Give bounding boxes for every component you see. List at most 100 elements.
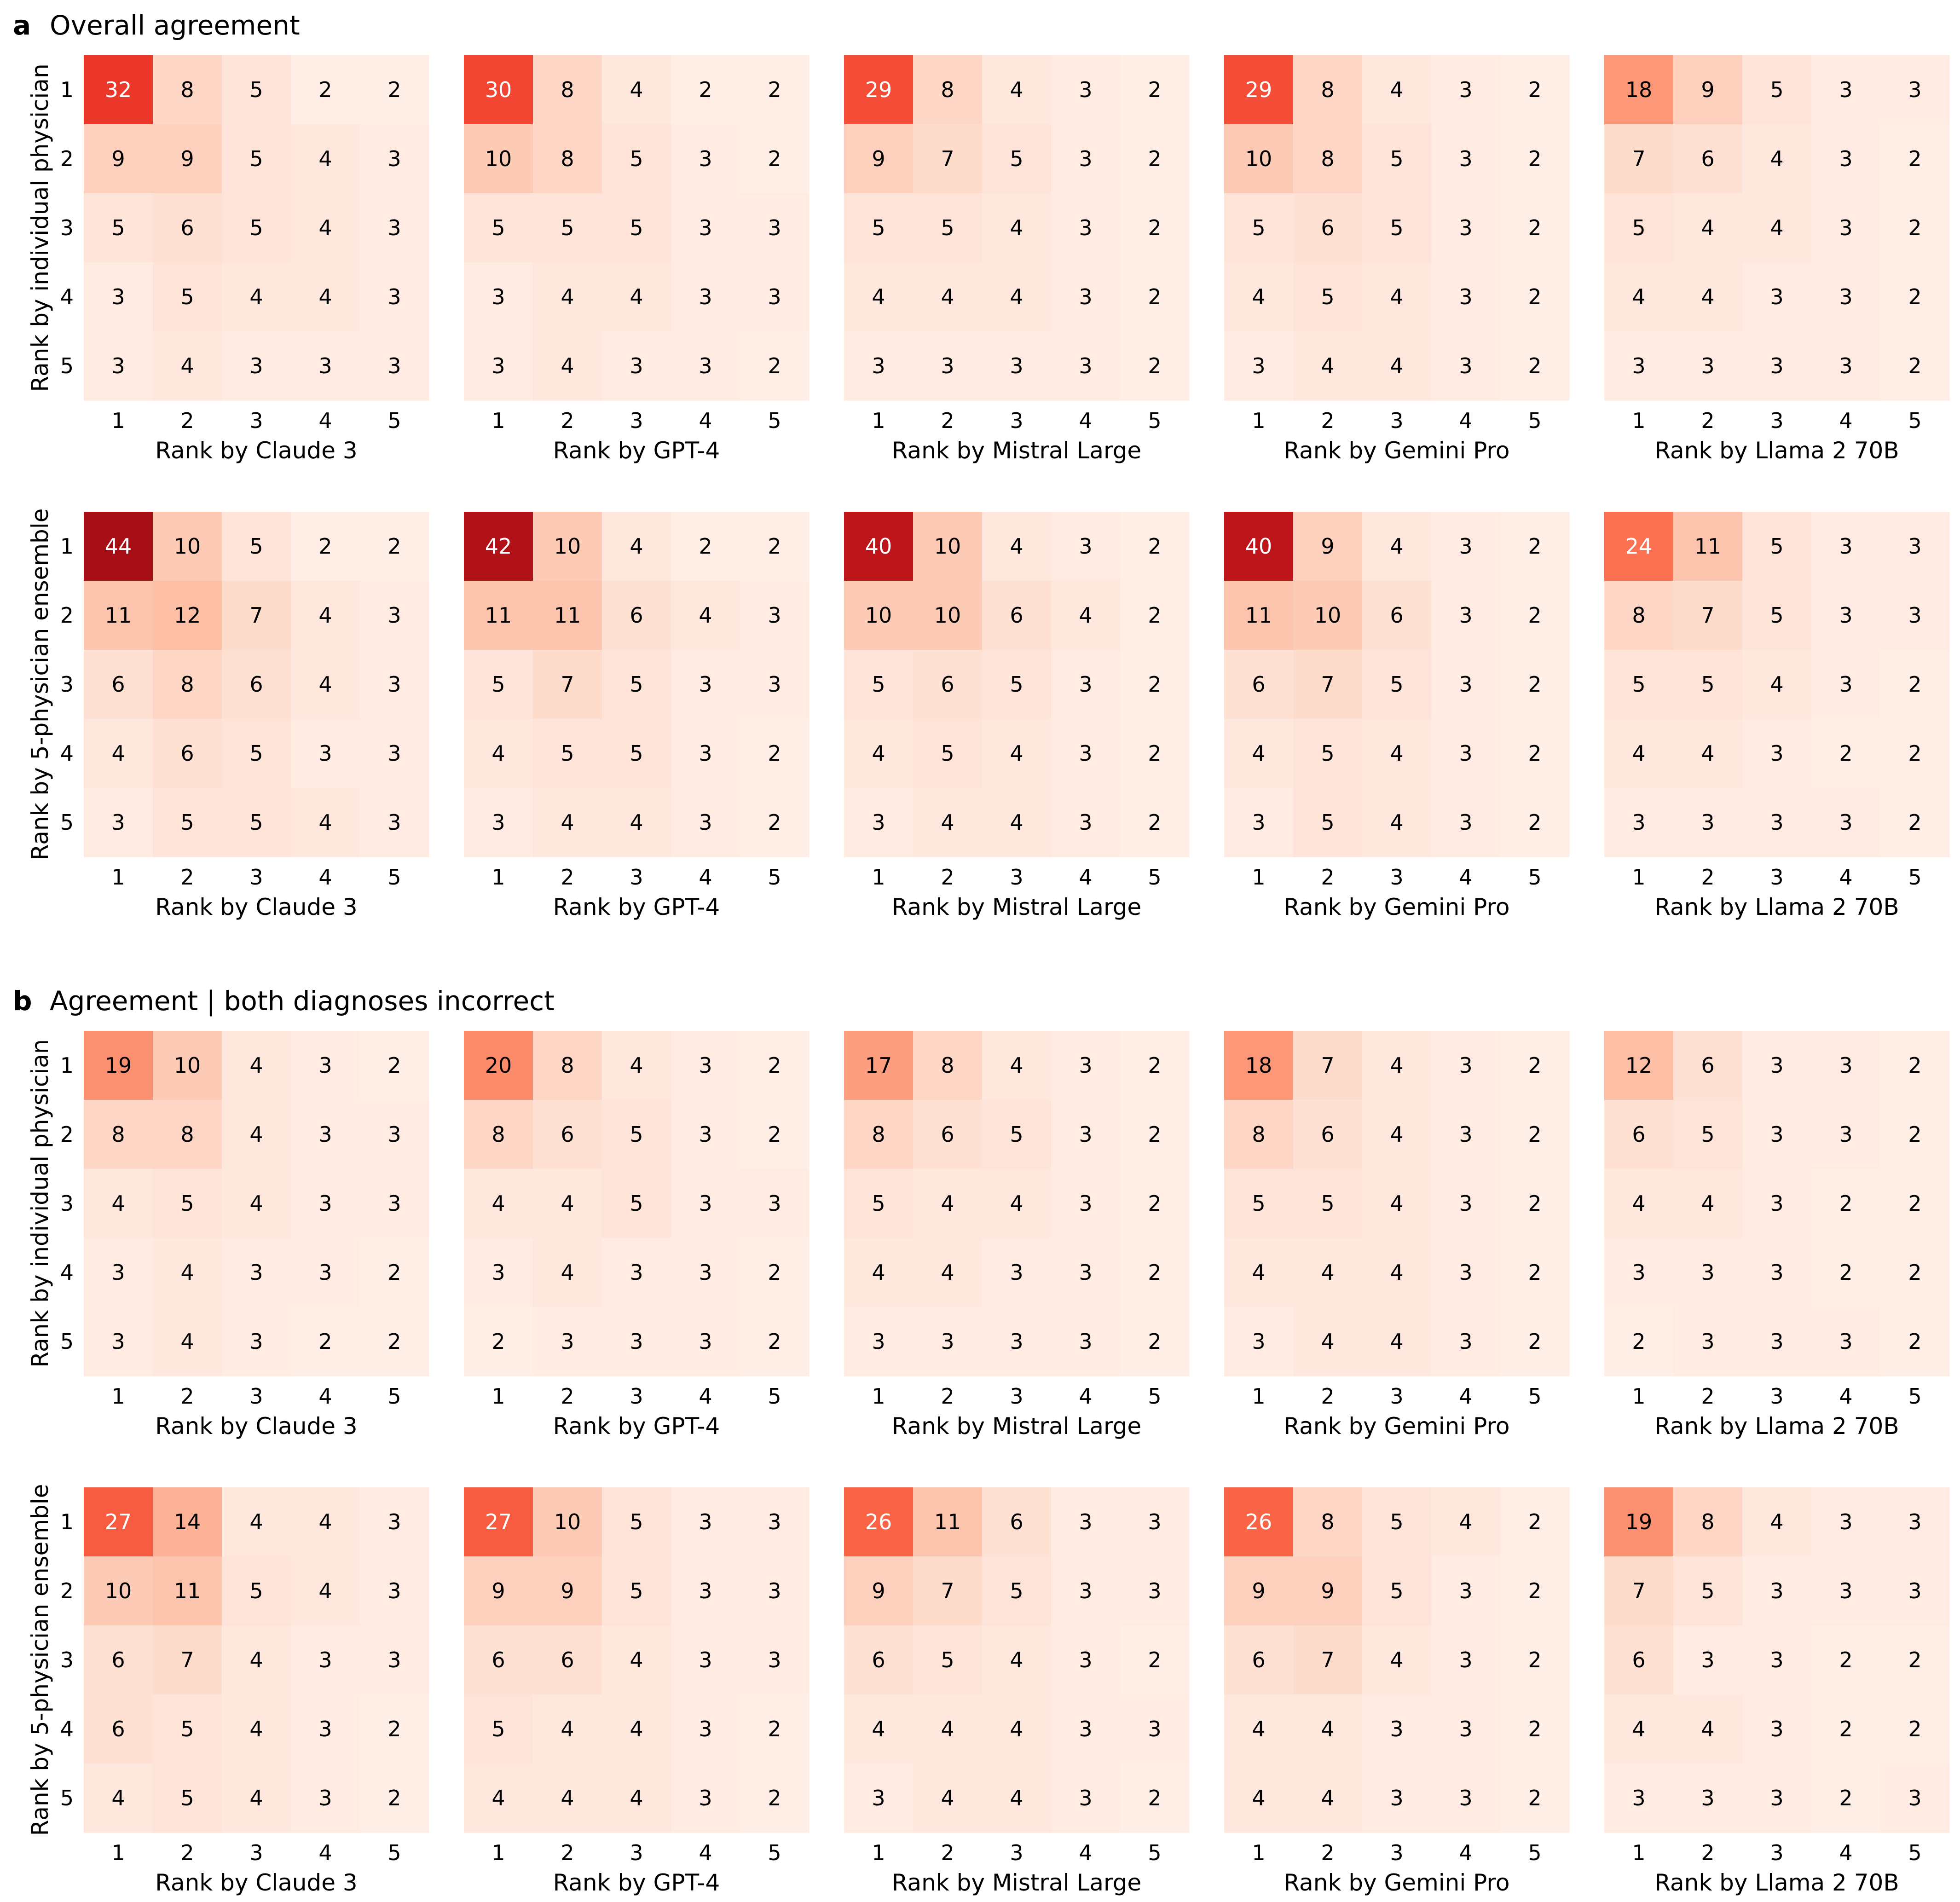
cell-value-label: 4 <box>1010 1053 1023 1078</box>
cell-value-label: 2 <box>1148 1786 1161 1810</box>
cell-value-label: 4 <box>561 284 574 309</box>
cell-value-label: 2 <box>1528 1717 1541 1741</box>
cell-value-label: 3 <box>1459 1578 1472 1603</box>
cell-value-label: 2 <box>1148 603 1161 628</box>
x-tick-label: 3 <box>249 408 263 433</box>
cell-value-label: 3 <box>1908 1786 1921 1810</box>
cell-value-label: 11 <box>554 603 581 628</box>
cell-value-label: 4 <box>941 1786 954 1810</box>
cell-value-label: 3 <box>1839 1053 1852 1078</box>
cell-value-label: 3 <box>387 1191 401 1216</box>
x-tick-label: 2 <box>180 1840 194 1865</box>
cell-value-label: 2 <box>1528 1786 1541 1810</box>
cell-value-label: 3 <box>1459 1786 1472 1810</box>
cell-value-label: 5 <box>1701 672 1714 697</box>
cell-value-label: 2 <box>1148 1329 1161 1354</box>
heatmap-a-2-1: 44 10 5 2 211 12 7 4 36 8 6 4 34 6 5 3 33 5 5 4 31 2 3 4 5Rank b… <box>60 512 429 920</box>
cell-value-label: 3 <box>1770 1260 1783 1285</box>
cell-value-label: 2 <box>1528 77 1541 102</box>
cell-value-label: 5 <box>491 672 505 697</box>
cell-value-label: 2 <box>768 1053 781 1078</box>
cell-value-label: 5 <box>1321 284 1334 309</box>
cell-value-label: 3 <box>699 741 712 766</box>
cell-value-label: 3 <box>1252 353 1265 378</box>
cell-value-label: 5 <box>249 1578 263 1603</box>
x-tick-label: 5 <box>1148 408 1161 433</box>
cell-value-label: 11 <box>485 603 512 628</box>
cell-value-label: 2 <box>1528 1578 1541 1603</box>
cell-value-label: 8 <box>872 1122 885 1147</box>
cell-value-label: 4 <box>630 284 643 309</box>
cell-value-label: 3 <box>699 1509 712 1534</box>
cell-value-label: 27 <box>105 1509 132 1534</box>
x-tick-label: 2 <box>941 865 954 890</box>
cell-value-label: 5 <box>491 1717 505 1741</box>
cell-value-label: 3 <box>768 1191 781 1216</box>
cell-value-label: 2 <box>387 1053 401 1078</box>
cell-value-label: 11 <box>1245 603 1272 628</box>
cell-value-label: 44 <box>105 534 132 559</box>
x-tick-label: 2 <box>941 1840 954 1865</box>
x-tick-label: 5 <box>387 408 401 433</box>
cell-value-label: 3 <box>111 353 125 378</box>
cell-value-label: 2 <box>1908 810 1921 835</box>
cell-value-label: 2 <box>1148 810 1161 835</box>
cell-value-label: 6 <box>1321 215 1334 240</box>
cell-value-label: 8 <box>180 1122 194 1147</box>
cell-value-label: 4 <box>1770 146 1783 171</box>
cell-value-label: 5 <box>630 146 643 171</box>
cell-value-label: 4 <box>249 1122 263 1147</box>
x-tick-label: 1 <box>1632 865 1645 890</box>
x-tick-label: 5 <box>1908 1840 1921 1865</box>
cell-value-label: 3 <box>111 1329 125 1354</box>
cell-value-label: 8 <box>561 146 574 171</box>
cell-value-label: 4 <box>630 1717 643 1741</box>
cell-value-label: 2 <box>1528 215 1541 240</box>
cell-value-label: 10 <box>865 603 892 628</box>
cell-value-label: 3 <box>1459 1717 1472 1741</box>
cell-value-label: 3 <box>1770 1329 1783 1354</box>
y-tick-label: 5 <box>60 810 74 835</box>
cell-value-label: 6 <box>1010 1509 1023 1534</box>
cell-value-label: 3 <box>1459 672 1472 697</box>
cell-value-label: 6 <box>1701 1053 1714 1078</box>
cell-value-label: 4 <box>1010 1786 1023 1810</box>
cell-value-label: 4 <box>1252 1717 1265 1741</box>
cell-value-label: 3 <box>1459 1191 1472 1216</box>
cell-value-label: 3 <box>1079 77 1092 102</box>
cell-value-label: 8 <box>491 1122 505 1147</box>
cell-value-label: 2 <box>387 534 401 559</box>
x-tick-label: 3 <box>1390 1384 1403 1409</box>
x-tick-label: 3 <box>1390 1840 1403 1865</box>
x-tick-label: 2 <box>1701 1384 1714 1409</box>
cell-value-label: 5 <box>941 741 954 766</box>
cell-value-label: 3 <box>1632 1260 1645 1285</box>
cell-value-label: 4 <box>941 1260 954 1285</box>
x-tick-label: 5 <box>1528 1384 1541 1409</box>
x-axis-label: Rank by GPT-4 <box>553 1869 720 1896</box>
heatmap-b-2-1: 27 14 4 4 310 11 5 4 36 7 4 3 36 5 4 3 24 5 4 3 21 2 3 4 5Rank b… <box>60 1487 429 1896</box>
x-tick-label: 1 <box>1252 1384 1265 1409</box>
cell-value-label: 3 <box>768 1578 781 1603</box>
cell-value-label: 8 <box>1321 1509 1334 1534</box>
cell-value-label: 2 <box>1908 146 1921 171</box>
cell-value-label: 2 <box>1148 1648 1161 1672</box>
x-tick-label: 2 <box>1701 1840 1714 1865</box>
x-tick-label: 3 <box>1390 408 1403 433</box>
cell-value-label: 4 <box>1010 534 1023 559</box>
cell-value-label: 4 <box>1321 1329 1334 1354</box>
cell-value-label: 3 <box>387 1578 401 1603</box>
cell-value-label: 4 <box>491 1191 505 1216</box>
cell-value-label: 5 <box>630 1509 643 1534</box>
cell-value-label: 5 <box>1321 1191 1334 1216</box>
cell-value-label: 6 <box>561 1122 574 1147</box>
cell-value-label: 10 <box>934 534 961 559</box>
cell-value-label: 4 <box>1390 77 1403 102</box>
cell-value-label: 2 <box>1839 1717 1852 1741</box>
cell-value-label: 4 <box>318 810 332 835</box>
cell-value-label: 5 <box>872 215 885 240</box>
x-tick-label: 5 <box>768 408 781 433</box>
cell-value-label: 3 <box>699 672 712 697</box>
cell-value-label: 4 <box>630 810 643 835</box>
cell-value-label: 4 <box>1632 1717 1645 1741</box>
